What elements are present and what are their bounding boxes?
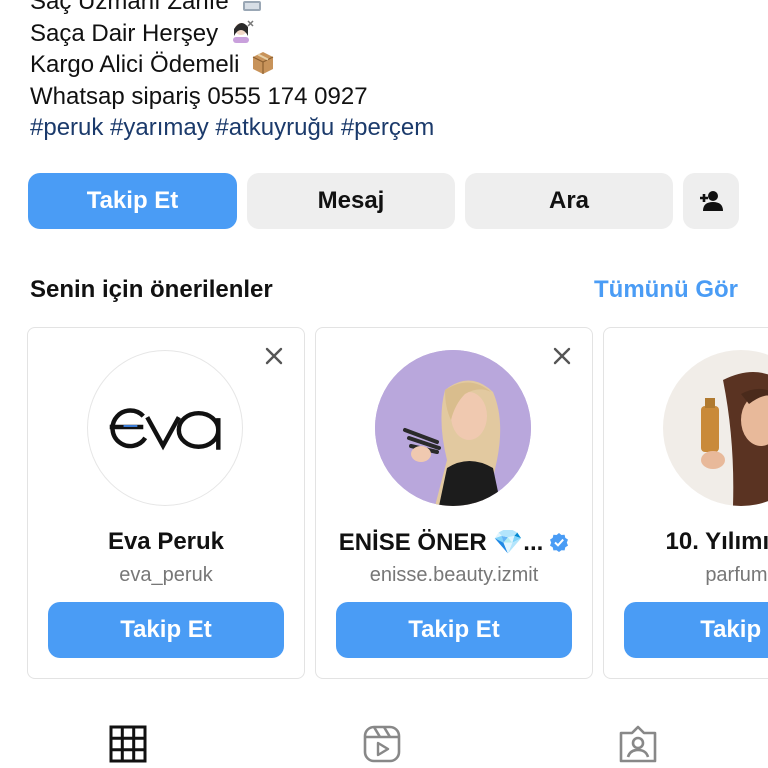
suggestion-card[interactable]: 10. Yılımız | C parfume Takip E bbox=[603, 327, 768, 679]
bio-line-1: Saç Uzmanı Zarife bbox=[30, 0, 434, 18]
see-all-link[interactable]: Tümünü Gör bbox=[594, 276, 738, 304]
suggestion-follow-button[interactable]: Takip E bbox=[624, 602, 768, 658]
close-icon[interactable] bbox=[550, 344, 574, 368]
suggestion-follow-button[interactable]: Takip Et bbox=[48, 602, 284, 658]
suggest-people-button[interactable] bbox=[683, 173, 739, 229]
suggestions-title: Senin için önerilenler bbox=[30, 276, 273, 303]
suggestion-cards: Eva Peruk eva_peruk Takip Et ENİSE ÖNER … bbox=[27, 327, 768, 679]
suggestion-handle: eva_peruk bbox=[119, 564, 213, 586]
close-icon[interactable] bbox=[262, 344, 286, 368]
eva-logo bbox=[109, 408, 221, 451]
package-emoji-icon bbox=[252, 52, 274, 74]
suggestion-name: 10. Yılımız | C bbox=[665, 528, 768, 555]
suggestion-handle: parfume bbox=[705, 564, 768, 586]
profile-photo bbox=[663, 350, 768, 506]
profile-content-tabs bbox=[0, 716, 768, 768]
person-add-icon bbox=[700, 191, 723, 211]
bio-line-1-text: Saç Uzmanı Zarife bbox=[30, 0, 229, 15]
profile-actions: Takip Et Mesaj Ara bbox=[28, 173, 739, 229]
suggestion-follow-button[interactable]: Takip Et bbox=[336, 602, 572, 658]
profile-bio: Saç Uzmanı Zarife Saça Dair Herşey Kargo… bbox=[30, 0, 434, 144]
call-button[interactable]: Ara bbox=[465, 173, 673, 229]
reels-icon[interactable] bbox=[362, 724, 402, 764]
profile-photo bbox=[375, 350, 531, 506]
suggestion-name: Eva Peruk bbox=[107, 528, 225, 555]
message-button[interactable]: Mesaj bbox=[247, 173, 455, 229]
bio-line-2-text: Saça Dair Herşey bbox=[30, 19, 219, 47]
avatar[interactable] bbox=[663, 350, 768, 506]
follow-button[interactable]: Takip Et bbox=[28, 173, 237, 229]
bio-line-3-text: Kargo Alici Ödemeli bbox=[30, 51, 240, 78]
woman-technologist-emoji-icon bbox=[243, 1, 262, 11]
suggestions-header: Senin için önerilenler Tümünü Gör bbox=[30, 272, 738, 310]
bio-line-3: Kargo Alici Ödemeli bbox=[30, 49, 434, 81]
avatar[interactable] bbox=[87, 350, 243, 506]
bio-line-2: Saça Dair Herşey bbox=[30, 18, 434, 50]
verified-badge-icon bbox=[550, 533, 569, 552]
tagged-icon[interactable] bbox=[618, 724, 658, 764]
suggestion-name: ENİSE ÖNER 💎... bbox=[316, 528, 592, 557]
suggestion-card[interactable]: Eva Peruk eva_peruk Takip Et bbox=[27, 327, 305, 679]
suggestion-name-text: ENİSE ÖNER 💎... bbox=[338, 529, 544, 556]
suggestion-card[interactable]: ENİSE ÖNER 💎... enisse.beauty.izmit Taki… bbox=[315, 327, 593, 679]
bio-hashtags[interactable]: #peruk #yarımay #atkuyruğu #perçem bbox=[30, 112, 434, 144]
avatar[interactable] bbox=[375, 350, 531, 506]
bio-line-4: Whatsap sipariş 0555 174 0927 bbox=[30, 82, 368, 110]
grid-icon[interactable] bbox=[108, 724, 148, 764]
woman-haircut-emoji-icon bbox=[232, 19, 254, 43]
suggestion-handle: enisse.beauty.izmit bbox=[369, 564, 539, 586]
